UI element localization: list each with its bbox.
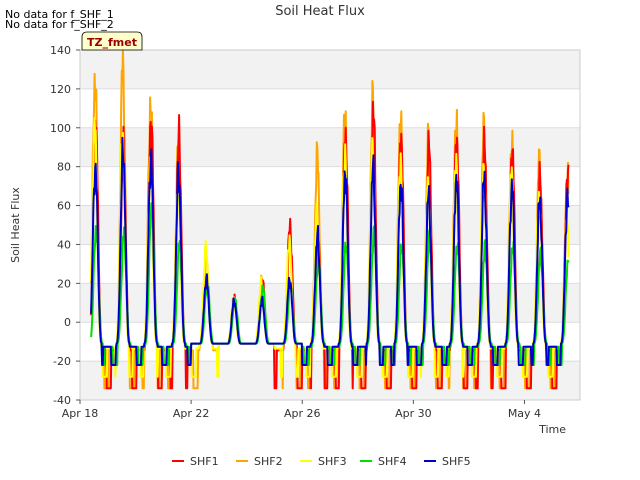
y-tick-label: 80 [57, 161, 71, 174]
y-tick-label: 40 [57, 238, 71, 251]
soil-heat-flux-chart: -40-20020406080100120140 Apr 18 Apr 22 Apr… [9, 4, 581, 468]
x-tick-label: Apr 22 [173, 407, 210, 420]
legend-label-shf3: SHF3 [318, 455, 347, 468]
legend: SHF1 SHF2 SHF3 SHF4 SHF5 [172, 455, 471, 468]
y-tick-label: 60 [57, 200, 71, 213]
plot-band [80, 127, 580, 167]
x-tick-label: Apr 18 [62, 407, 99, 420]
site-label: TZ_fmet [87, 36, 137, 49]
y-tick-label: 20 [57, 277, 71, 290]
x-axis-label: Time [538, 423, 566, 436]
y-tick-label: -20 [53, 355, 71, 368]
y-tick-label: -40 [53, 394, 71, 407]
site-label-box: TZ_fmet [81, 31, 143, 51]
chart-title: Soil Heat Flux [275, 4, 365, 19]
y-axis-ticks: -40 -20 0 20 40 60 80 100 120 140 [50, 44, 80, 407]
y-tick-label: 140 [50, 44, 71, 57]
x-tick-label: Apr 26 [284, 407, 321, 420]
x-axis-ticks: Apr 18 Apr 22 Apr 26 Apr 30 May 4 [62, 400, 541, 420]
plot-band [80, 50, 580, 89]
legend-label-shf4: SHF4 [378, 455, 407, 468]
x-tick-label: Apr 30 [395, 407, 432, 420]
legend-label-shf5: SHF5 [442, 455, 471, 468]
y-tick-label: 120 [50, 83, 71, 96]
x-tick-label: May 4 [508, 407, 541, 420]
y-tick-label: 0 [64, 316, 71, 329]
legend-label-shf1: SHF1 [190, 455, 219, 468]
legend-label-shf2: SHF2 [254, 455, 283, 468]
y-axis-label: Soil Heat Flux [9, 187, 22, 263]
y-tick-label: 100 [50, 122, 71, 135]
